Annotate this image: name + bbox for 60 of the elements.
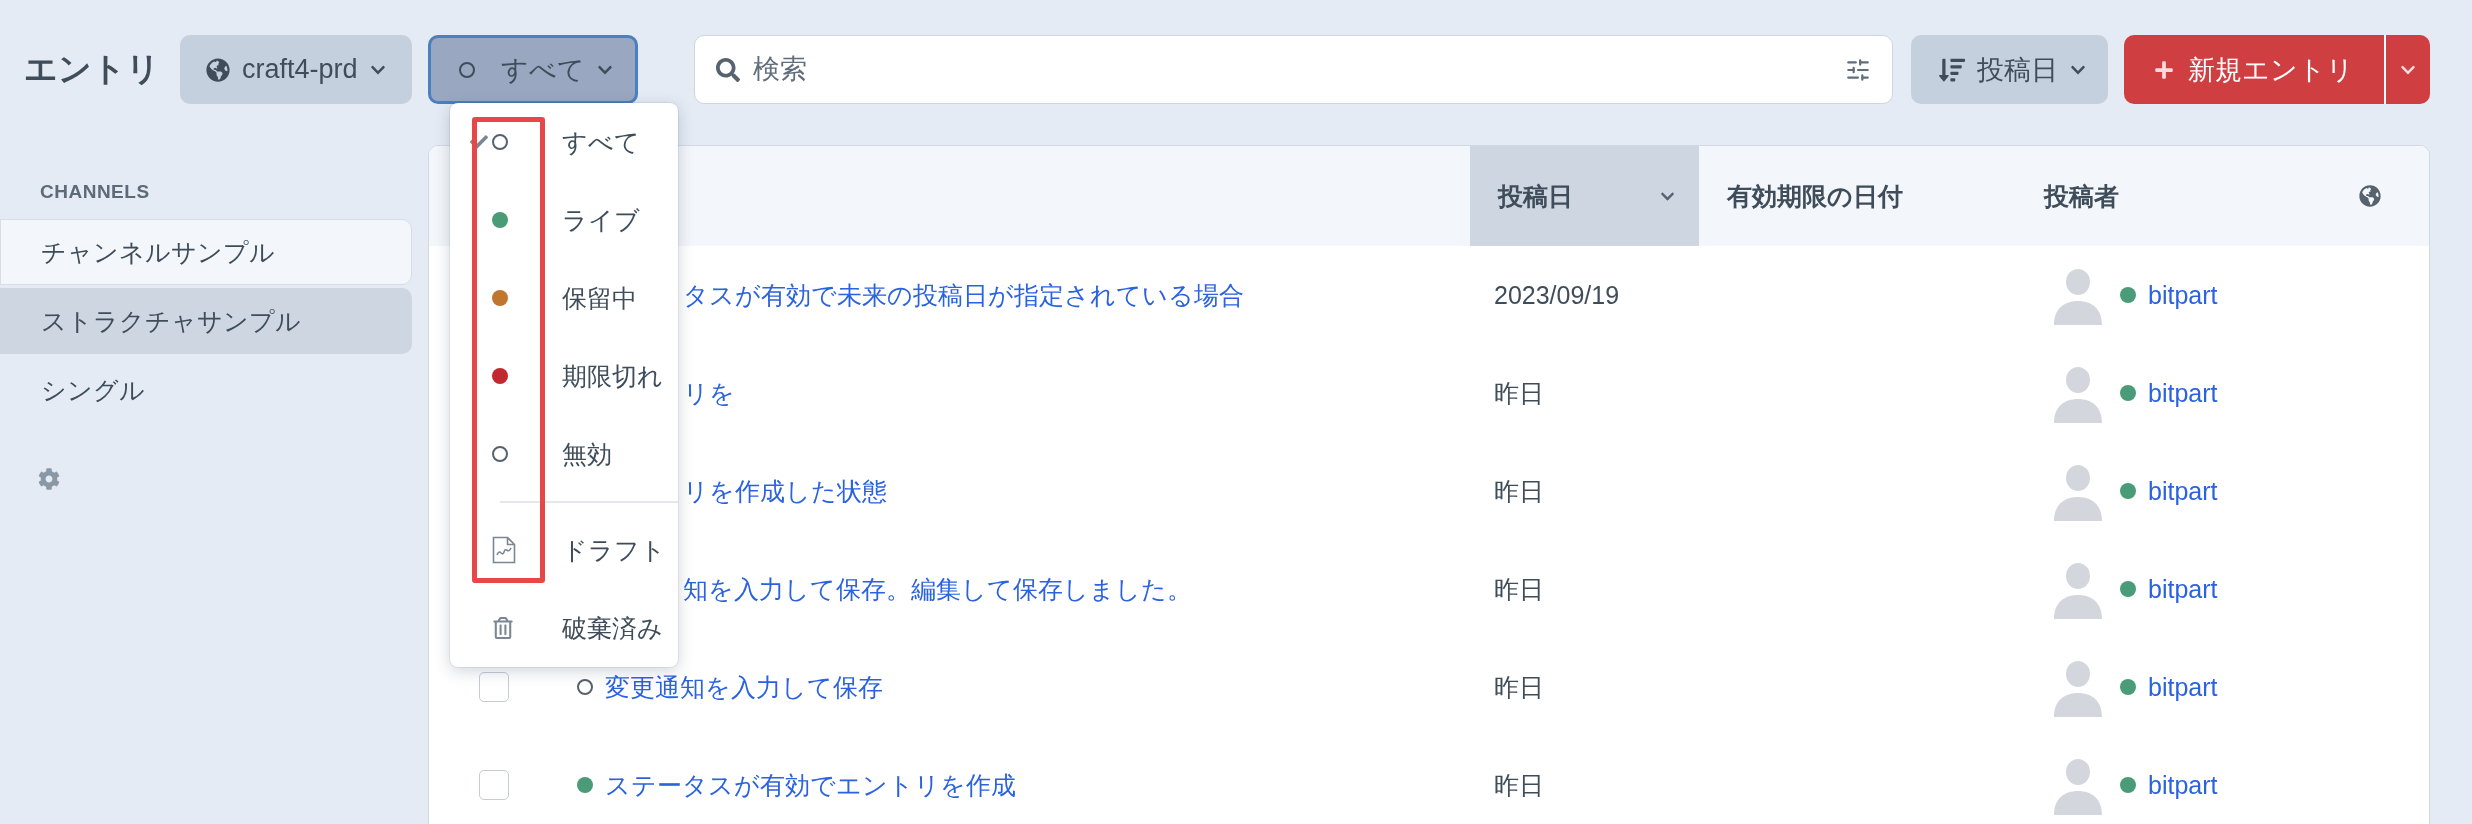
entry-title-link[interactable]: ステータスが有効でエントリを作成	[605, 768, 1016, 802]
author-link[interactable]: bitpart	[2148, 770, 2218, 800]
online-dot	[2120, 483, 2136, 499]
menu-item[interactable]: 破棄済み	[450, 589, 678, 667]
globe-icon[interactable]	[2359, 185, 2381, 207]
date-cell-text: 昨日	[1493, 769, 1545, 801]
entry-title-link[interactable]: リを	[683, 376, 735, 410]
status-circle-icon	[458, 61, 475, 78]
site-button[interactable]: craft4-prd	[180, 35, 412, 104]
column-header[interactable]: 投稿者	[2016, 146, 2331, 246]
plus-icon	[2154, 59, 2174, 80]
entry-title-link[interactable]: タスが有効で未来の投稿日が指定されている場合	[683, 278, 1244, 312]
search-icon	[715, 57, 740, 82]
entry-title-link[interactable]: 知を入力して保存。編集して保存しました。	[683, 572, 1192, 606]
new-entry-menu-button[interactable]	[2384, 35, 2430, 104]
sort-button[interactable]: 投稿日	[1911, 35, 2108, 104]
menu-item[interactable]: ライブ	[450, 181, 678, 259]
status-circle-icon	[492, 446, 508, 462]
draft-icon	[492, 536, 516, 564]
globe-icon	[206, 57, 230, 82]
sort-icon	[1939, 56, 1965, 83]
author-link[interactable]: bitpart	[2148, 476, 2218, 506]
author-link[interactable]: bitpart	[2148, 378, 2218, 408]
sidebar-item[interactable]: ストラクチャサンプル	[0, 288, 412, 354]
online-dot	[2120, 581, 2136, 597]
column-header[interactable]: 投稿日	[1470, 146, 1699, 246]
menu-item[interactable]: ドラフト	[450, 511, 678, 589]
menu-item[interactable]: すべて	[450, 103, 678, 181]
author-link[interactable]: bitpart	[2148, 672, 2218, 702]
trash-icon	[492, 617, 514, 639]
row-checkbox[interactable]	[479, 672, 509, 702]
author-link[interactable]: bitpart	[2148, 280, 2218, 310]
menu-item[interactable]: 保留中	[450, 259, 678, 337]
search-field[interactable]: 検索	[693, 35, 1893, 104]
page-title: エントリ	[24, 49, 160, 89]
new-entry-button[interactable]: 新規エントリ	[2124, 35, 2384, 104]
entry-title-link[interactable]: リを作成した状態	[683, 474, 887, 508]
sidebar-heading: CHANNELS	[39, 181, 151, 203]
status-circle-icon	[492, 134, 508, 150]
online-dot	[2120, 679, 2136, 695]
date-cell-text: 昨日	[1493, 475, 1545, 507]
status-circle-icon	[577, 679, 593, 695]
date-cell-text: 昨日	[1493, 377, 1545, 409]
sidebar-item[interactable]: チャンネルサンプル	[0, 219, 412, 285]
online-dot	[2120, 777, 2136, 793]
online-dot	[2120, 287, 2136, 303]
author-link[interactable]: bitpart	[2148, 574, 2218, 604]
menu-item[interactable]: 無効	[450, 415, 678, 493]
date-cell-text: 昨日	[1493, 671, 1545, 703]
sliders-icon[interactable]	[1845, 56, 1871, 83]
date-cell-text: 昨日	[1493, 573, 1545, 605]
status-button[interactable]: すべて	[427, 35, 638, 104]
column-header[interactable]: 有効期限の日付	[1699, 146, 2016, 246]
menu-item[interactable]: 期限切れ	[450, 337, 678, 415]
online-dot	[2120, 385, 2136, 401]
date-cell-text: 2023/09/19	[1493, 280, 1621, 310]
row-checkbox[interactable]	[479, 770, 509, 800]
sidebar-item[interactable]: シングル	[0, 357, 412, 423]
settings-icon[interactable]	[38, 468, 60, 490]
entry-title-link[interactable]: 変更通知を入力して保存	[605, 670, 883, 704]
